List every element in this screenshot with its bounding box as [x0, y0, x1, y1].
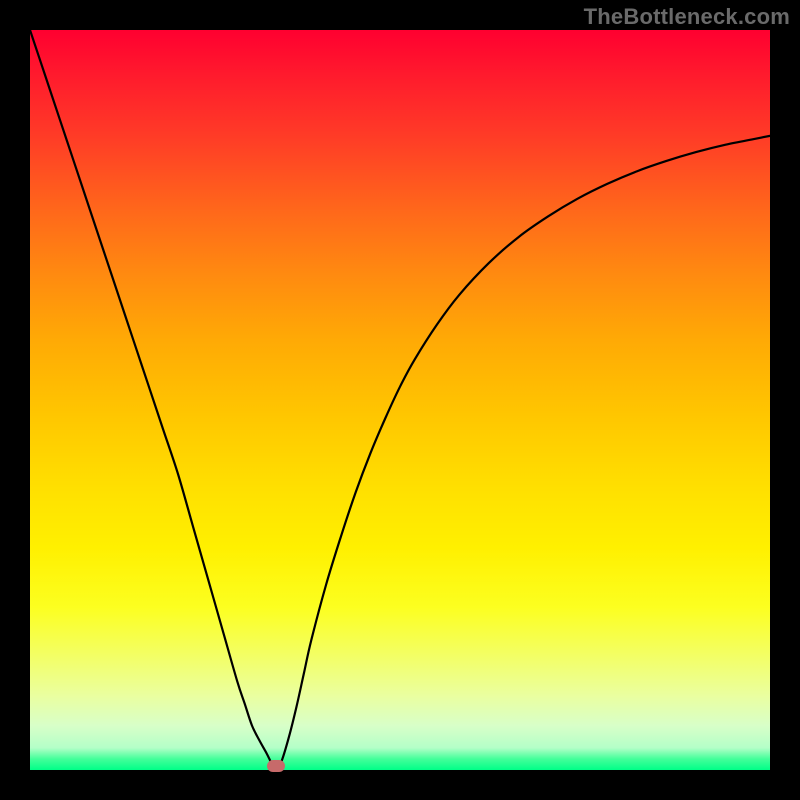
chart-frame: TheBottleneck.com — [0, 0, 800, 800]
bottleneck-curve — [30, 30, 770, 770]
minimum-point-marker — [267, 760, 285, 772]
watermark-text: TheBottleneck.com — [584, 4, 790, 30]
plot-area — [30, 30, 770, 770]
